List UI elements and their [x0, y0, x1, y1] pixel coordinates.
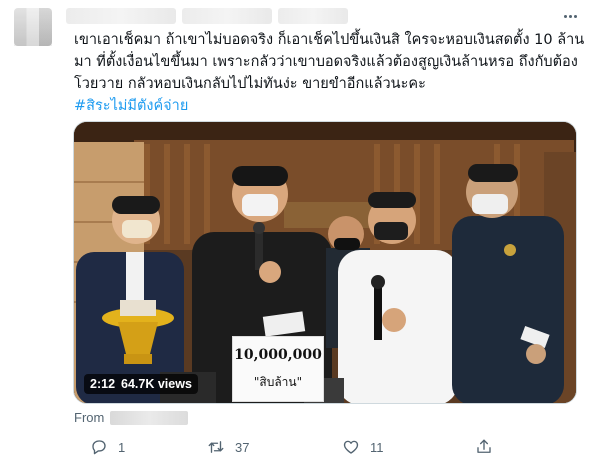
tweet-text-line: เขาเอาเช็คมา ถ้าเขาไม่บอดจริง ก็เอาเช็คไ… [74, 32, 585, 48]
retweet-count: 37 [235, 439, 250, 455]
like-count: 11 [370, 439, 384, 455]
tweet-text: เขาเอาเช็คมา ถ้าเขาไม่บอดจริง ก็เอาเช็คไ… [74, 29, 585, 117]
cheque-text: "สิบล้าน" [253, 375, 303, 389]
video-duration: 2:12 [90, 377, 116, 391]
like-icon [343, 440, 359, 454]
tweet-text-line: มา ที่ตั้งเงื่อนไขขึ้นมา เพราะกลัวว่าเขา… [74, 54, 578, 70]
reply-button[interactable]: 1 [90, 438, 125, 456]
share-button[interactable] [475, 438, 493, 456]
retweet-icon [208, 441, 224, 453]
video-frame [74, 122, 576, 403]
source-account-blurred[interactable] [110, 410, 189, 425]
retweet-button[interactable]: 37 [207, 438, 249, 456]
hashtag-link[interactable]: #สิระไม่มีตังค์จ่าย [74, 95, 580, 117]
like-button[interactable]: 11 [342, 438, 384, 456]
tweet-text-line: โวยวาย กลัวหอบเงินกลับไปไม่ทันง่ะ ขายขำอ… [74, 76, 426, 92]
tweet[interactable]: เขาเอาเช็คมา ถ้าเขาไม่บอดจริง ก็เอาเช็คไ… [0, 0, 590, 467]
more-icon[interactable] [560, 8, 580, 24]
author-handle-blurred[interactable] [182, 8, 272, 24]
reply-icon [92, 440, 106, 455]
cheque-amount: 10,000,000 [234, 347, 322, 363]
video-views: 64.7K views [121, 377, 192, 391]
cheque-sign: 10,000,000 "สิบล้าน" [232, 336, 324, 402]
video-stats-badge: 2:12 64.7K views [84, 374, 198, 394]
share-icon [477, 439, 491, 453]
video-player[interactable]: 10,000,000 "สิบล้าน" 2:12 64.7K views [73, 121, 577, 404]
tweet-timestamp-blurred[interactable] [278, 8, 348, 24]
reply-count: 1 [118, 439, 126, 455]
tweet-actions: 1 37 11 [90, 438, 530, 460]
media-attribution: From [74, 410, 189, 425]
from-label: From [74, 410, 105, 425]
avatar[interactable] [14, 8, 52, 46]
author-name-blurred[interactable] [66, 8, 176, 24]
